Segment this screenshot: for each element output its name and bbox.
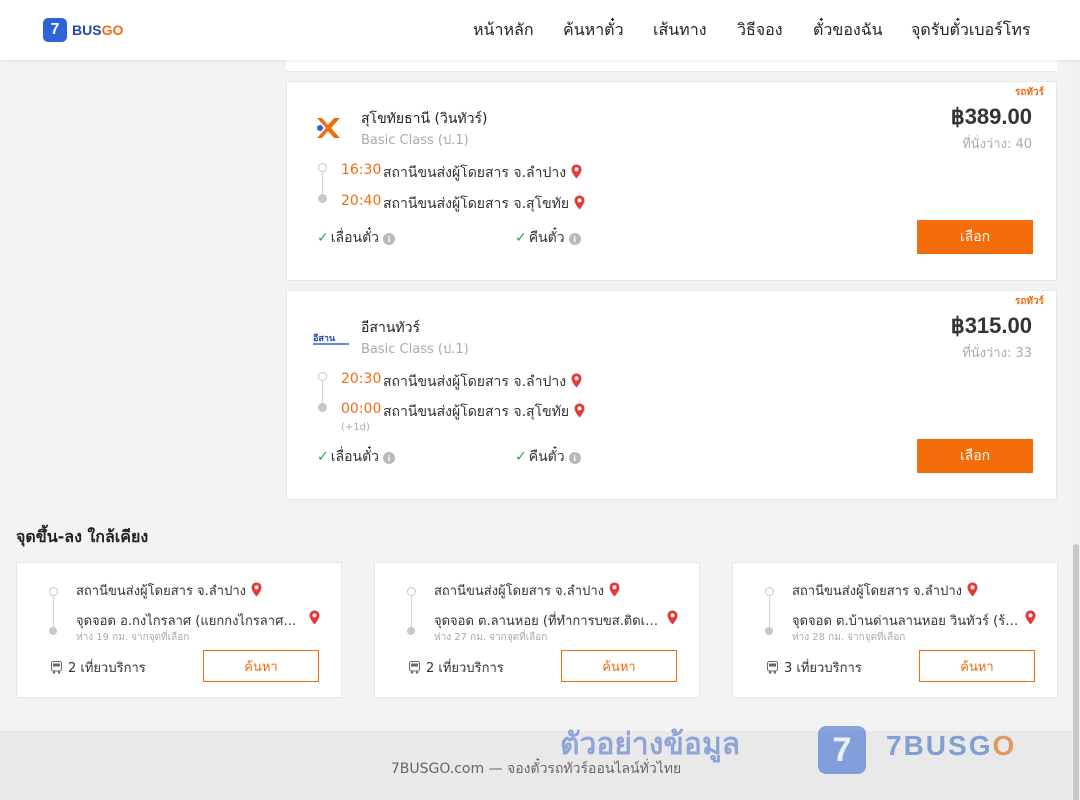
bus-class: Basic Class (ป.1)	[361, 342, 469, 357]
route-timeline	[318, 163, 327, 203]
route-timeline	[318, 372, 327, 412]
nearby-card: สถานีขนส่งผู้โดยสาร จ.ลำปาง จุดจอด ต.บ้า…	[732, 562, 1058, 698]
check-icon: ✓	[515, 449, 527, 465]
nav-how-to-book[interactable]: วิธีจอง	[737, 0, 783, 60]
feature-reschedule: ✓ เลื่อนตั๋ว i	[317, 227, 396, 249]
brand-logo[interactable]: 7 BUSGO	[43, 18, 123, 42]
nearby-from-station[interactable]: สถานีขนส่งผู้โดยสาร จ.ลำปาง	[792, 580, 978, 601]
route-timeline	[765, 587, 774, 635]
operator-logo	[317, 118, 340, 138]
nearby-trip-count: 2 เที่ยวบริการ	[408, 657, 504, 678]
bus-icon	[767, 661, 778, 674]
nearby-to-stop[interactable]: จุดจอด ต.บ้านด่านลานหอย วินทัวร์ (ร้านค้…	[792, 610, 1042, 631]
select-trip-button[interactable]: เลือก	[917, 220, 1033, 254]
info-icon[interactable]: i	[383, 452, 396, 464]
bus-icon	[51, 661, 62, 674]
brand-logo-mark: 7	[43, 18, 67, 42]
nearby-distance: ห่าง 19 กม. จากจุดที่เลือก	[76, 632, 190, 643]
map-pin-icon[interactable]	[574, 403, 585, 418]
route-timeline	[49, 587, 58, 635]
bus-class: Basic Class (ป.1)	[361, 133, 469, 148]
next-day-indicator: (+1d)	[341, 422, 370, 433]
seats-available: ที่นั่งว่าง: 33	[962, 346, 1032, 361]
nearby-card: สถานีขนส่งผู้โดยสาร จ.ลำปาง จุดจอด ต.ลาน…	[374, 562, 700, 698]
scrollbar-thumb[interactable]	[1073, 544, 1079, 800]
trip-price: ฿389.00	[950, 104, 1032, 129]
nav-my-tickets[interactable]: ตั๋วของฉัน	[813, 0, 883, 60]
select-trip-button[interactable]: เลือก	[917, 439, 1033, 473]
trip-type-tag: รถทัวร์	[1014, 296, 1044, 307]
brand-logo-text: BUSGO	[72, 22, 124, 38]
map-pin-icon[interactable]	[1025, 610, 1036, 625]
nearby-to-stop[interactable]: จุดจอด อ.กงไกรลาศ (แยกกงไกรลาศติดต่อ)	[76, 610, 326, 631]
nearby-distance: ห่าง 27 กม. จากจุดที่เลือก	[434, 632, 548, 643]
arrival-time: 20:40	[341, 193, 382, 209]
arrival-time: 00:00	[341, 401, 382, 417]
map-pin-icon[interactable]	[251, 582, 262, 597]
departure-time: 20:30	[341, 371, 382, 387]
check-icon: ✓	[317, 230, 329, 246]
watermark-brand: 7BUSGO	[886, 730, 1017, 761]
departure-time: 16:30	[341, 162, 382, 178]
feature-refund: ✓ คืนตั๋ว i	[515, 446, 581, 468]
operator-name: อีสานทัวร์	[361, 320, 420, 336]
nearby-card: สถานีขนส่งผู้โดยสาร จ.ลำปาง จุดจอด อ.กงไ…	[16, 562, 342, 698]
info-icon[interactable]: i	[568, 233, 581, 245]
feature-reschedule: ✓ เลื่อนตั๋ว i	[317, 446, 396, 468]
watermark-logo: 7	[818, 726, 866, 774]
arrival-station[interactable]: สถานีขนส่งผู้โดยสาร จ.สุโขทัย	[383, 401, 585, 423]
site-header: 7 BUSGO หน้าหลัก ค้นหาตั๋ว เส้นทาง วิธีจ…	[0, 0, 1080, 60]
map-pin-icon[interactable]	[609, 582, 620, 597]
svg-text:อีสาน: อีสาน	[313, 333, 336, 344]
trip-card: รถทัวร์ สุโขทัยธานี (วินทัวร์) Basic Cla…	[286, 81, 1057, 281]
info-icon[interactable]: i	[383, 233, 396, 245]
operator-name: สุโขทัยธานี (วินทัวร์)	[361, 111, 488, 127]
route-timeline	[407, 587, 416, 635]
watermark-text: ตัวอย่างข้อมูล	[560, 727, 741, 762]
map-pin-icon[interactable]	[571, 373, 582, 388]
nearby-from-station[interactable]: สถานีขนส่งผู้โดยสาร จ.ลำปาง	[76, 580, 262, 601]
nav-routes[interactable]: เส้นทาง	[653, 0, 707, 60]
check-icon: ✓	[515, 230, 527, 246]
seats-available: ที่นั่งว่าง: 40	[962, 137, 1032, 152]
trip-card: รถทัวร์ อีสาน อีสานทัวร์ Basic Class (ป.…	[286, 290, 1057, 500]
bus-icon	[409, 661, 420, 674]
arrival-station[interactable]: สถานีขนส่งผู้โดยสาร จ.สุโขทัย	[383, 193, 585, 215]
nav-home[interactable]: หน้าหลัก	[473, 0, 534, 60]
map-pin-icon[interactable]	[574, 195, 585, 210]
page-scrollbar[interactable]	[1072, 60, 1080, 800]
map-pin-icon[interactable]	[309, 610, 320, 625]
nearby-search-button[interactable]: ค้นหา	[561, 650, 677, 682]
nearby-section-title: จุดขึ้น-ลง ใกล้เคียง	[16, 527, 149, 546]
nearby-to-stop[interactable]: จุดจอด ต.ลานหอย (ที่ทำการบขส.ติดเคาน์เตอ…	[434, 610, 684, 631]
nearby-distance: ห่าง 28 กม. จากจุดที่เลือก	[792, 632, 906, 643]
nav-search-ticket[interactable]: ค้นหาตั๋ว	[563, 0, 624, 60]
trip-price: ฿315.00	[950, 313, 1032, 338]
departure-station[interactable]: สถานีขนส่งผู้โดยสาร จ.ลำปาง	[383, 162, 582, 184]
nav-ticket-pickup[interactable]: จุดรับตั๋วเบอร์โทร	[911, 0, 1030, 60]
operator-logo: อีสาน	[313, 332, 349, 345]
nearby-search-button[interactable]: ค้นหา	[203, 650, 319, 682]
feature-refund: ✓ คืนตั๋ว i	[515, 227, 581, 249]
nearby-trip-count: 3 เที่ยวบริการ	[766, 657, 862, 678]
nearby-from-station[interactable]: สถานีขนส่งผู้โดยสาร จ.ลำปาง	[434, 580, 620, 601]
departure-station[interactable]: สถานีขนส่งผู้โดยสาร จ.ลำปาง	[383, 371, 582, 393]
check-icon: ✓	[317, 449, 329, 465]
trip-type-tag: รถทัวร์	[1014, 87, 1044, 98]
map-pin-icon[interactable]	[571, 164, 582, 179]
map-pin-icon[interactable]	[967, 582, 978, 597]
info-icon[interactable]: i	[568, 452, 581, 464]
nearby-trip-count: 2 เที่ยวบริการ	[50, 657, 146, 678]
map-pin-icon[interactable]	[667, 610, 678, 625]
nearby-search-button[interactable]: ค้นหา	[919, 650, 1035, 682]
